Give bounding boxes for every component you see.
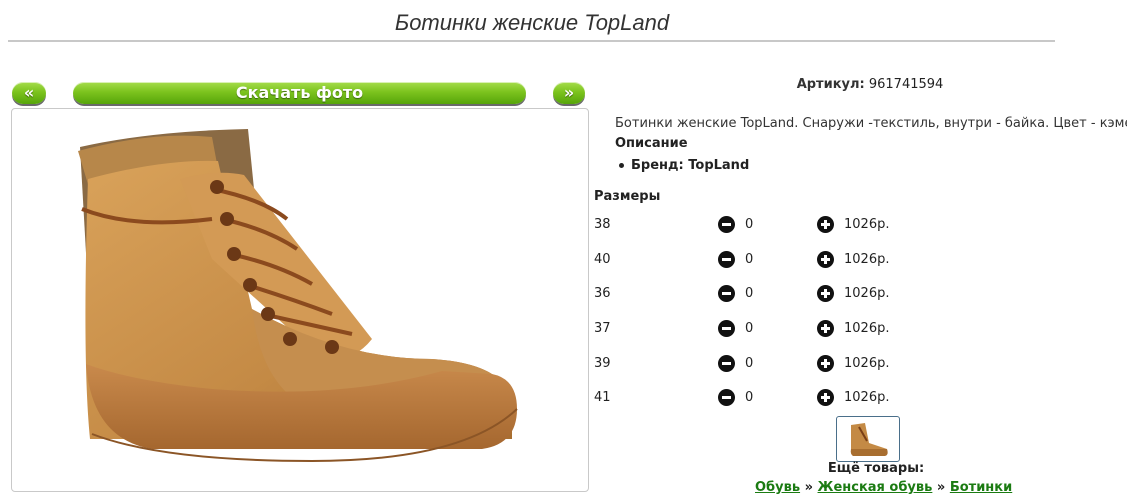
boot-thumbnail-image [850, 423, 888, 456]
size-row: 41 0 1026р. [594, 388, 924, 408]
size-value: 39 [594, 356, 611, 371]
price-value: 1026р. [844, 356, 890, 371]
article-info: Артикул: 961741594 [760, 77, 980, 92]
brand-value: TopLand [688, 158, 750, 173]
quantity-value: 0 [745, 390, 754, 405]
size-value: 38 [594, 217, 611, 232]
size-value: 36 [594, 286, 611, 301]
price-value: 1026р. [844, 286, 890, 301]
boot-image [78, 129, 518, 463]
size-row: 38 0 1026р. [594, 215, 924, 235]
plus-icon[interactable] [817, 320, 834, 337]
size-row: 36 0 1026р. [594, 284, 924, 304]
next-photo-button[interactable]: » [553, 82, 585, 104]
minus-icon[interactable] [718, 285, 735, 302]
minus-icon[interactable] [718, 389, 735, 406]
plus-icon[interactable] [817, 216, 834, 233]
quantity-value: 0 [745, 286, 754, 301]
quantity-value: 0 [745, 356, 754, 371]
size-row: 39 0 1026р. [594, 354, 924, 374]
article-label: Артикул: [796, 77, 865, 92]
price-value: 1026р. [844, 252, 890, 267]
brand-label: Бренд: [631, 158, 684, 173]
page-title: Ботинки женские TopLand [394, 10, 670, 35]
article-value: 961741594 [868, 77, 944, 92]
title-divider [8, 40, 1055, 42]
plus-icon[interactable] [817, 389, 834, 406]
minus-icon[interactable] [718, 320, 735, 337]
minus-icon[interactable] [718, 355, 735, 372]
plus-icon[interactable] [817, 355, 834, 372]
plus-icon[interactable] [817, 251, 834, 268]
description-heading: Описание [615, 136, 688, 151]
minus-icon[interactable] [718, 216, 735, 233]
more-products-label: Ещё товары: [827, 461, 925, 476]
product-photo [11, 108, 589, 492]
size-value: 41 [594, 390, 611, 405]
quantity-value: 0 [745, 252, 754, 267]
quantity-value: 0 [745, 321, 754, 336]
sizes-heading: Размеры [594, 189, 661, 204]
price-value: 1026р. [844, 217, 890, 232]
download-photo-button[interactable]: Скачать фото [73, 82, 526, 104]
bullet-icon [619, 163, 624, 168]
quantity-value: 0 [745, 217, 754, 232]
brand-item: Бренд: TopLand [619, 158, 749, 173]
plus-icon[interactable] [817, 285, 834, 302]
price-value: 1026р. [844, 390, 890, 405]
prev-photo-button[interactable]: « [12, 82, 46, 104]
size-value: 37 [594, 321, 611, 336]
size-value: 40 [594, 252, 611, 267]
photo-thumbnail[interactable] [836, 416, 900, 462]
size-row: 37 0 1026р. [594, 319, 924, 339]
product-description: Ботинки женские TopLand. Снаружи -тексти… [615, 116, 1127, 131]
minus-icon[interactable] [718, 251, 735, 268]
price-value: 1026р. [844, 321, 890, 336]
size-row: 40 0 1026р. [594, 250, 924, 270]
